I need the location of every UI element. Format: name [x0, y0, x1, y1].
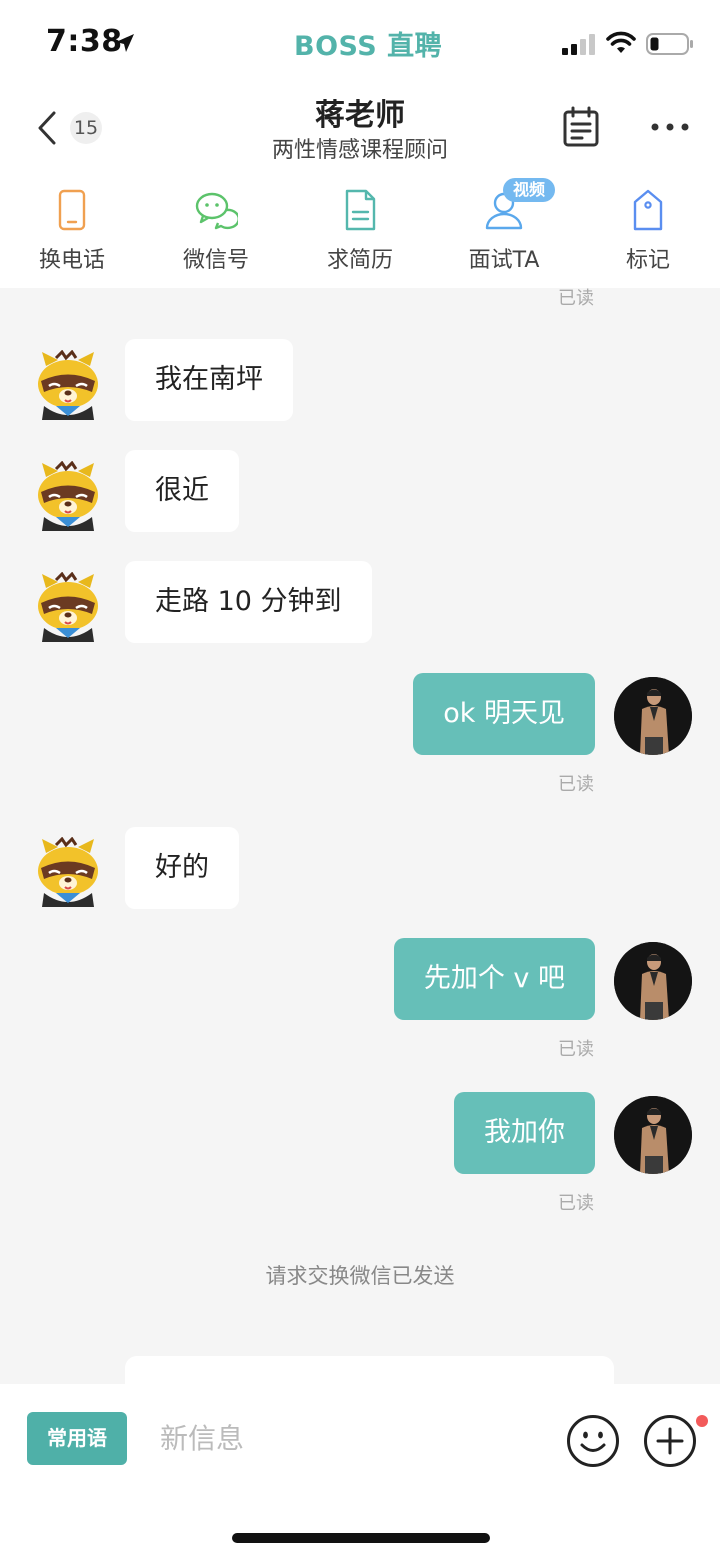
person-photo-icon	[614, 942, 692, 1020]
action-mark[interactable]: 标记	[576, 174, 720, 288]
read-receipt: 已读	[558, 288, 594, 309]
incoming-message[interactable]: 我在南坪	[125, 339, 293, 421]
chat-header: 15 蒋老师 两性情感课程顾问	[0, 86, 720, 174]
emoji-icon[interactable]	[566, 1414, 620, 1468]
person-photo-icon	[614, 1096, 692, 1174]
message-input[interactable]	[160, 1412, 540, 1465]
wechat-icon	[195, 192, 238, 230]
action-label: 标记	[625, 248, 670, 273]
wifi-icon	[606, 31, 636, 53]
input-bar: 常用语	[0, 1384, 720, 1559]
outgoing-message[interactable]: ok 明天见	[413, 673, 595, 755]
location-arrow-icon	[116, 34, 134, 52]
raccoon-avatar-icon[interactable]	[32, 572, 104, 644]
read-receipt: 已读	[558, 1193, 594, 1214]
brand-logo: BOSS 直聘	[294, 31, 443, 62]
read-receipt: 已读	[558, 1039, 594, 1060]
action-label: 面试TA	[468, 248, 540, 273]
raccoon-avatar-icon[interactable]	[32, 461, 104, 533]
common-phrases-button[interactable]: 常用语	[27, 1412, 127, 1465]
action-label: 换电话	[38, 248, 105, 273]
status-time: 7:38	[46, 24, 123, 59]
cellular-signal-icon	[562, 34, 595, 55]
my-avatar[interactable]	[614, 1096, 692, 1174]
action-label: 微信号	[182, 248, 249, 273]
action-bar: 换电话 微信号 求简历 面试TA 视频 标记	[0, 174, 720, 288]
contact-title: 两性情感课程顾问	[271, 138, 448, 163]
plus-icon[interactable]	[643, 1414, 697, 1468]
my-avatar[interactable]	[614, 677, 692, 755]
battery-icon	[646, 33, 693, 55]
action-exchange-phone[interactable]: 换电话	[0, 174, 144, 288]
status-bar: 7:38 BOSS 直聘	[0, 0, 720, 86]
action-label: 求简历	[326, 248, 393, 273]
video-badge: 视频	[503, 178, 556, 202]
contact-name: 蒋老师	[315, 98, 405, 133]
raccoon-avatar-icon[interactable]	[32, 350, 104, 422]
read-receipt: 已读	[558, 774, 594, 795]
system-notice: 请求交换微信已发送	[265, 1264, 455, 1288]
outgoing-message[interactable]: 先加个 v 吧	[393, 938, 595, 1020]
action-wechat-id[interactable]: 微信号	[144, 174, 288, 288]
my-avatar[interactable]	[614, 942, 692, 1020]
chat-messages[interactable]: 已读 我在南坪 很近 走路 10 分钟到 ok 明天见 已读 好的 先加个 v …	[0, 288, 720, 1384]
raccoon-avatar-icon[interactable]	[32, 837, 104, 909]
incoming-message[interactable]: 好的	[125, 827, 239, 909]
tag-icon	[633, 189, 663, 231]
notification-dot	[696, 1415, 708, 1427]
person-photo-icon	[614, 677, 692, 755]
notepad-icon[interactable]	[562, 106, 600, 148]
more-options-icon[interactable]	[650, 120, 690, 134]
incoming-message[interactable]: 走路 10 分钟到	[125, 561, 372, 643]
wechat-exchange-card[interactable]	[125, 1356, 614, 1384]
action-request-resume[interactable]: 求简历	[288, 174, 432, 288]
home-indicator[interactable]	[232, 1533, 490, 1543]
outgoing-message[interactable]: 我加你	[454, 1092, 595, 1174]
incoming-message[interactable]: 很近	[125, 450, 239, 532]
resume-icon	[345, 189, 376, 231]
phone-icon	[58, 189, 86, 231]
